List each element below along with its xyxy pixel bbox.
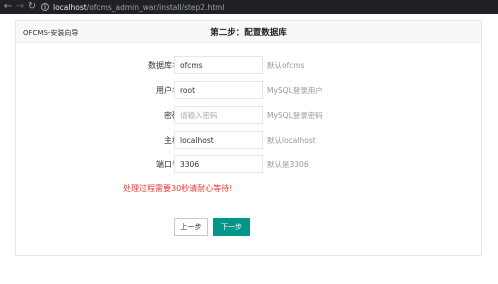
- browser-toolbar: ← → ↻ i localhost /ofcms_admin_war/insta…: [0, 0, 498, 14]
- page-title: 第二步：配置数据库: [210, 28, 287, 38]
- dbname-hint: 默认ofcms: [267, 61, 305, 70]
- back-arrow-icon[interactable]: ←: [2, 0, 14, 14]
- dbname-input[interactable]: [174, 56, 263, 74]
- info-icon[interactable]: i: [41, 3, 49, 11]
- next-step-button[interactable]: 下一步: [213, 218, 250, 236]
- port-input[interactable]: [174, 155, 263, 173]
- port-hint: 默认是3306: [267, 160, 309, 169]
- form-row-username: 用户名 MySQL登录用户: [16, 81, 481, 99]
- forward-arrow-icon[interactable]: →: [14, 0, 26, 14]
- form-row-dbname: 数据库名 默认ofcms: [16, 56, 481, 74]
- panel-header: OFCMS-安装向导 第二步：配置数据库: [16, 21, 481, 43]
- reload-icon[interactable]: ↻: [26, 0, 38, 14]
- form-row-port: 端口号 默认是3306: [16, 155, 481, 173]
- username-hint: MySQL登录用户: [267, 86, 323, 95]
- password-hint: MySQL登录密码: [267, 111, 323, 120]
- host-hint: 默认localhost: [267, 136, 316, 145]
- previous-step-button[interactable]: 上一步: [174, 218, 208, 236]
- wait-warning: 处理过程需要30秒请耐心等待!: [123, 184, 233, 193]
- address-bar[interactable]: i localhost /ofcms_admin_war/install/ste…: [41, 1, 225, 13]
- form-row-password: 密码 MySQL登录密码: [16, 106, 481, 124]
- url-path: /ofcms_admin_war/install/step2.html: [86, 2, 225, 12]
- host-input[interactable]: [174, 131, 263, 149]
- password-input[interactable]: [174, 106, 263, 124]
- install-panel: OFCMS-安装向导 第二步：配置数据库 数据库名 默认ofcms 用户名 My…: [15, 20, 482, 256]
- username-input[interactable]: [174, 81, 263, 99]
- url-host: localhost: [53, 2, 87, 12]
- form-row-host: 主机 默认localhost: [16, 131, 481, 149]
